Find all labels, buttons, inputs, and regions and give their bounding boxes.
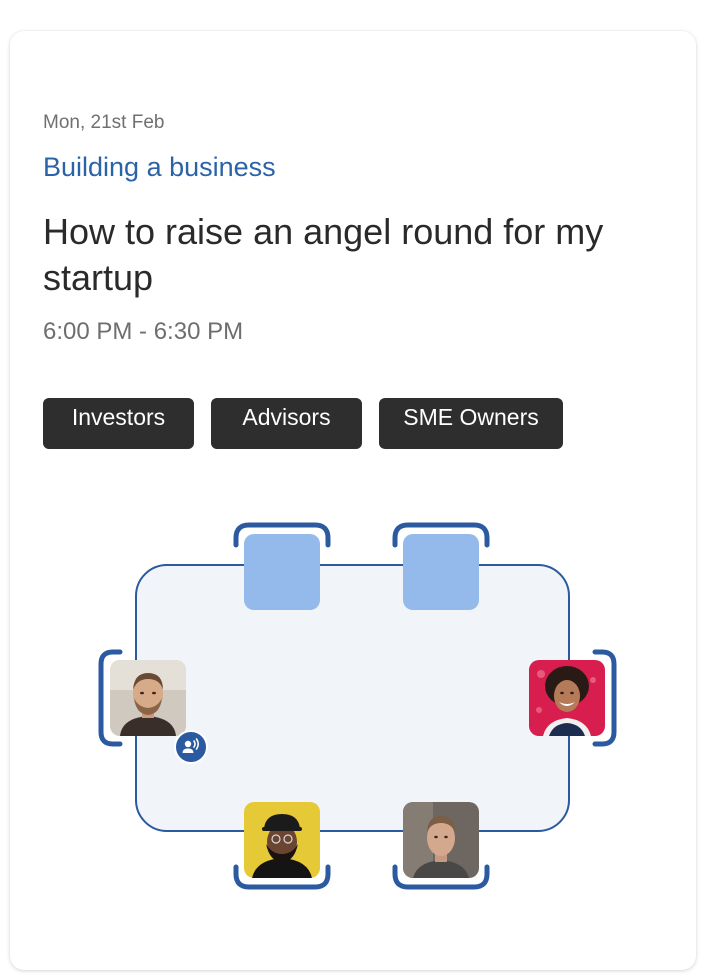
avatar-man-cap-image xyxy=(244,802,320,878)
participant-avatar[interactable] xyxy=(403,802,479,878)
tag-sme-owners[interactable]: SME Owners xyxy=(379,398,563,449)
table-surface xyxy=(135,564,570,832)
seat-top-1[interactable] xyxy=(232,522,332,622)
event-date: Mon, 21st Feb xyxy=(43,112,165,133)
tag-advisors[interactable]: Advisors xyxy=(211,398,362,449)
empty-seat-slot[interactable] xyxy=(244,534,320,610)
participant-avatar[interactable] xyxy=(244,802,320,878)
seat-left[interactable] xyxy=(98,648,208,764)
speaker-icon xyxy=(174,730,208,764)
seat-bottom-2[interactable] xyxy=(391,790,491,890)
event-card[interactable]: Mon, 21st Feb Building a business How to… xyxy=(10,31,696,970)
seat-bottom-1[interactable] xyxy=(232,790,332,890)
event-category[interactable]: Building a business xyxy=(43,152,276,183)
seat-top-2[interactable] xyxy=(391,522,491,622)
empty-seat-slot[interactable] xyxy=(403,534,479,610)
avatar-woman-curly-hair-image xyxy=(529,660,605,736)
avatar-man-beard-image xyxy=(110,660,186,736)
seat-right[interactable] xyxy=(517,648,617,748)
event-title: How to raise an angel round for my start… xyxy=(43,211,604,298)
tag-investors[interactable]: Investors xyxy=(43,398,194,449)
participant-avatar[interactable] xyxy=(110,660,186,736)
participant-avatar[interactable] xyxy=(529,660,605,736)
event-time: 6:00 PM - 6:30 PM xyxy=(43,318,244,345)
avatar-man-short-hair-image xyxy=(403,802,479,878)
